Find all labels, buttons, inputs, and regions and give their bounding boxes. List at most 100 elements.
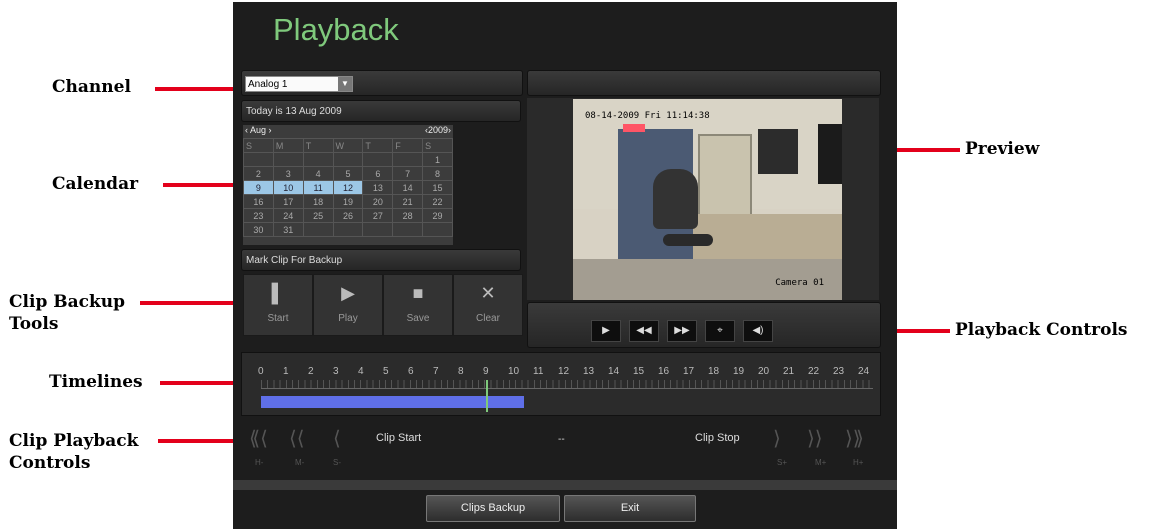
calendar-day[interactable]: 30 — [243, 222, 274, 237]
calendar-day[interactable]: 4 — [302, 166, 334, 181]
calendar-day[interactable]: 31 — [272, 222, 304, 237]
calendar-day[interactable]: 8 — [422, 166, 453, 181]
calendar-day[interactable]: 21 — [392, 194, 424, 209]
calendar-day[interactable]: 12 — [332, 180, 364, 195]
calendar-empty-cell — [362, 222, 394, 237]
timeline-cursor[interactable] — [486, 380, 488, 412]
timeline-hour-label: 5 — [383, 366, 389, 377]
mark-clip-bar: Mark Clip For Backup — [241, 249, 521, 271]
calendar-month-nav[interactable]: ‹ Aug › — [245, 125, 272, 135]
timeline-scale[interactable] — [261, 380, 873, 389]
timeline-hour-label: 23 — [833, 366, 845, 377]
calendar-day[interactable]: 28 — [392, 208, 424, 223]
calendar-day[interactable]: 22 — [422, 194, 453, 209]
calendar-day[interactable]: 13 — [362, 180, 394, 195]
second-forward-icon[interactable]: ⟩ — [773, 426, 781, 451]
callout-clip-backup-tools-line2: Tools — [9, 314, 59, 334]
calendar-day-header: M — [272, 138, 304, 153]
clip-play-button[interactable]: ▶ Play — [313, 274, 383, 336]
calendar-empty-cell — [392, 222, 424, 237]
calendar-day[interactable]: 23 — [243, 208, 274, 223]
calendar-empty-cell — [332, 152, 364, 167]
osd-camera-name: Camera 01 — [775, 278, 824, 288]
timeline-hour-label: 24 — [858, 366, 870, 377]
calendar-day[interactable]: 29 — [422, 208, 453, 223]
calendar-year-nav[interactable]: ‹2009› — [425, 125, 451, 135]
calendar-week: 1 — [243, 152, 453, 167]
clip-clear-button[interactable]: ✕ Clear — [453, 274, 523, 336]
hour-back-icon[interactable]: ⟪⟨ — [249, 426, 268, 451]
timeline-hour-label: 19 — [733, 366, 745, 377]
calendar-empty-cell — [362, 152, 394, 167]
calendar-day[interactable]: 19 — [332, 194, 364, 209]
clip-start-button[interactable]: ▌ Start — [243, 274, 313, 336]
save-icon: ■ — [412, 283, 424, 303]
calendar-day[interactable]: 5 — [332, 166, 364, 181]
calendar-day[interactable]: 17 — [272, 194, 304, 209]
page-title: Playback — [273, 12, 399, 47]
timeline-recorded-segment[interactable] — [261, 396, 524, 408]
chevron-down-icon[interactable]: ▼ — [338, 77, 352, 91]
hour-forward-icon[interactable]: ⟩⟫ — [845, 426, 864, 451]
calendar-empty-cell — [392, 152, 424, 167]
second-forward-label: S+ — [777, 458, 788, 467]
timeline-hour-label: 10 — [508, 366, 520, 377]
calendar-day[interactable]: 26 — [332, 208, 364, 223]
playback-controls-bar — [527, 302, 881, 348]
hour-back-label: H- — [255, 458, 264, 467]
calendar-empty-cell — [332, 222, 364, 237]
osd-timestamp: 08-14-2009 Fri 11:14:38 — [585, 111, 710, 121]
calendar-day[interactable]: 25 — [302, 208, 334, 223]
calendar-day[interactable]: 24 — [272, 208, 304, 223]
playback-rewind-button[interactable]: ◀◀ — [629, 320, 659, 342]
calendar-day[interactable]: 27 — [362, 208, 394, 223]
calendar-day[interactable]: 14 — [392, 180, 424, 195]
playback-volume-button[interactable]: ◀) — [743, 320, 773, 342]
minute-forward-icon[interactable]: ⟩⟩ — [807, 426, 823, 451]
calendar-day[interactable]: 2 — [243, 166, 274, 181]
timeline-hour-label: 7 — [433, 366, 439, 377]
timeline-hour-label: 13 — [583, 366, 595, 377]
calendar-day[interactable]: 15 — [422, 180, 453, 195]
start-icon: ▌ — [271, 283, 285, 303]
second-back-icon[interactable]: ⟨ — [333, 426, 341, 451]
calendar-day[interactable]: 6 — [362, 166, 394, 181]
calendar-day-header: T — [302, 138, 334, 153]
calendar-day[interactable]: 3 — [272, 166, 304, 181]
clips-backup-button[interactable]: Clips Backup — [426, 495, 560, 522]
preview-top-bar — [527, 70, 881, 96]
calendar-day[interactable]: 1 — [422, 152, 453, 167]
calendar-week: 30 31 — [243, 222, 453, 237]
calendar-day[interactable]: 20 — [362, 194, 394, 209]
channel-select[interactable]: Analog 1 ▼ — [245, 76, 353, 92]
timeline-hour-label: 21 — [783, 366, 795, 377]
timeline-hour-label: 20 — [758, 366, 770, 377]
callout-clip-playback-line2: Controls — [9, 453, 91, 473]
calendar-day[interactable]: 11 — [302, 180, 334, 195]
calendar-day[interactable]: 10 — [272, 180, 304, 195]
callout-timelines: Timelines — [49, 372, 143, 392]
calendar-empty-cell — [302, 152, 334, 167]
exit-button[interactable]: Exit — [564, 495, 696, 522]
calendar-week: 16 17 18 19 20 21 22 — [243, 194, 453, 209]
calendar-day[interactable]: 7 — [392, 166, 424, 181]
minute-back-icon[interactable]: ⟨⟨ — [289, 426, 305, 451]
minute-back-label: M- — [295, 458, 305, 467]
clear-icon: ✕ — [480, 283, 496, 303]
clip-separator: -- — [558, 434, 565, 445]
calendar-header: ‹ Aug › ‹2009› — [243, 125, 453, 137]
calendar-day-header: W — [332, 138, 364, 153]
clip-start-text[interactable]: Clip Start — [376, 432, 421, 444]
playback-fast-forward-button[interactable]: ▶▶ — [667, 320, 697, 342]
timeline-hour-label: 18 — [708, 366, 720, 377]
calendar-day[interactable]: 16 — [243, 194, 274, 209]
playback-fullscreen-button[interactable]: ⌖ — [705, 320, 735, 342]
calendar-day[interactable]: 18 — [302, 194, 334, 209]
callout-clip-playback-line1: Clip Playback — [9, 431, 139, 451]
clip-save-button[interactable]: ■ Save — [383, 274, 453, 336]
playback-play-button[interactable]: ▶ — [591, 320, 621, 342]
clip-stop-text[interactable]: Clip Stop — [695, 432, 740, 444]
timeline-hour-label: 2 — [308, 366, 314, 377]
calendar-day[interactable]: 9 — [243, 180, 274, 195]
computer-tower — [818, 124, 842, 184]
